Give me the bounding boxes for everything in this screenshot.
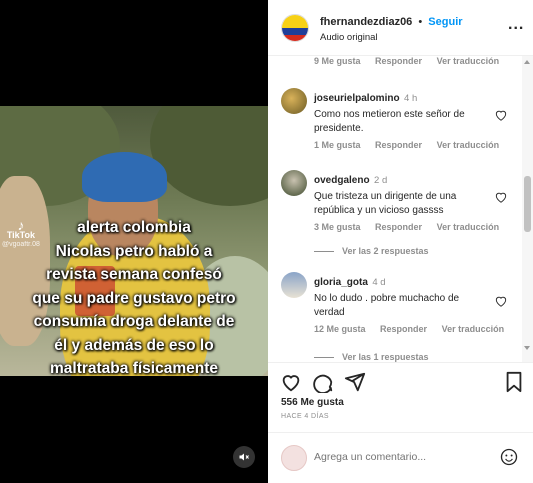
comment-header: joseurielpalomino 4 h — [314, 88, 504, 106]
reply-button[interactable]: Responder — [375, 56, 422, 66]
commenter-username[interactable]: gloria_gota — [314, 277, 368, 288]
commenter-username[interactable]: joseurielpalomino — [314, 93, 400, 104]
scroll-down-arrow-icon[interactable] — [524, 346, 530, 350]
comment-likes[interactable]: 1 Me gusta — [314, 140, 361, 150]
comment-likes[interactable]: 12 Me gusta — [314, 324, 366, 334]
comment-time: 4 h — [404, 93, 418, 104]
post-actions: 556 Me gusta HACE 4 DÍAS — [268, 362, 533, 432]
comment-text-line: presidente. — [314, 123, 364, 134]
comment-likes[interactable]: 9 Me gusta — [314, 56, 361, 66]
separator-dot: • — [418, 16, 423, 28]
comment-text-line: No lo dudo . pobre muchacho de — [314, 293, 460, 304]
comments-list[interactable]: 9 Me gusta Responder Ver traducción jose… — [268, 56, 533, 362]
translate-button[interactable]: Ver traducción — [442, 324, 505, 334]
scrollbar-thumb[interactable] — [524, 176, 531, 232]
comment-time: 4 d — [372, 277, 386, 288]
comments-scrollbar[interactable] — [522, 56, 533, 362]
caption-line: revista semana confesó — [46, 266, 222, 283]
scroll-up-arrow-icon[interactable] — [524, 60, 530, 64]
bookmark-icon[interactable] — [504, 371, 524, 393]
post-timestamp: HACE 4 DÍAS — [281, 413, 329, 420]
commenter-avatar[interactable] — [281, 88, 307, 114]
author-username[interactable]: fhernandezdiaz06 — [320, 16, 412, 28]
caption-line: que su padre gustavo petro — [32, 289, 236, 307]
volume-button[interactable] — [233, 446, 255, 468]
volume-muted-icon — [239, 453, 249, 461]
video-caption: alerta colombia Nicolas petro habló a re… — [0, 216, 268, 381]
like-heart-icon[interactable] — [494, 190, 508, 204]
comment-time: 2 d — [374, 175, 388, 186]
audio-link[interactable]: Audio original — [320, 32, 378, 43]
post-dialog: ♪ TikTok @vgoaftr.08 alerta colombia Nic… — [0, 0, 533, 483]
view-replies-label: Ver las 2 respuestas — [342, 246, 429, 256]
commenter-avatar[interactable] — [281, 170, 307, 196]
view-replies-button[interactable]: Ver las 1 respuestas — [314, 352, 429, 362]
more-options-button[interactable]: ... — [508, 16, 524, 34]
comment-item: gloria_gota 4 d No lo dudo . pobre mucha… — [268, 270, 533, 362]
commenter-avatar[interactable] — [281, 272, 307, 298]
caption-line: consumía droga delante de — [33, 313, 235, 330]
comment-item: ovedgaleno 2 d Que tristeza un dirigente… — [268, 166, 533, 266]
commenter-username[interactable]: ovedgaleno — [314, 175, 370, 186]
post-video[interactable]: ♪ TikTok @vgoaftr.08 alerta colombia Nic… — [0, 0, 268, 483]
author-avatar[interactable] — [281, 14, 309, 42]
comment-meta: 1 Me gusta Responder Ver traducción — [314, 140, 511, 150]
comment-text-line: Que tristeza un dirigente de una — [314, 191, 457, 202]
add-comment-bar — [268, 432, 533, 483]
comment-text-line: Como nos metieron este señor de — [314, 109, 465, 120]
translate-button[interactable]: Ver traducción — [437, 222, 500, 232]
like-heart-icon[interactable] — [494, 108, 508, 122]
comment-likes[interactable]: 3 Me gusta — [314, 222, 361, 232]
share-plane-icon[interactable] — [344, 371, 366, 393]
caption-line: él y además de eso lo — [54, 336, 214, 354]
comment-meta: 3 Me gusta Responder Ver traducción — [314, 222, 511, 232]
comment-meta: 12 Me gusta Responder Ver traducción — [314, 324, 516, 334]
reply-button[interactable]: Responder — [375, 222, 422, 232]
follow-button[interactable]: Seguir — [428, 16, 462, 28]
current-user-avatar — [281, 445, 307, 471]
reply-button[interactable]: Responder — [380, 324, 427, 334]
author-line: fhernandezdiaz06 • Seguir — [320, 16, 463, 28]
comment-header: ovedgaleno 2 d — [314, 170, 504, 188]
comment-bubble-icon[interactable] — [312, 371, 334, 393]
view-replies-label: Ver las 1 respuestas — [342, 352, 429, 362]
caption-line: alerta colombia — [77, 219, 191, 236]
comment-text-line: república y un vicioso gassss — [314, 205, 444, 216]
comment-header: gloria_gota 4 d — [314, 272, 504, 290]
post-sidebar: fhernandezdiaz06 • Seguir Audio original… — [268, 0, 533, 483]
caption-line: maltrataba físicamente — [50, 360, 218, 377]
view-replies-button[interactable]: Ver las 2 respuestas — [314, 246, 429, 256]
translate-button[interactable]: Ver traducción — [437, 56, 500, 66]
post-likes-count[interactable]: 556 Me gusta — [281, 397, 344, 408]
comment-item: joseurielpalomino 4 h Como nos metieron … — [268, 84, 533, 164]
like-heart-icon[interactable] — [280, 371, 302, 393]
post-header: fhernandezdiaz06 • Seguir Audio original… — [268, 0, 533, 56]
comment-text-line: verdad — [314, 307, 345, 318]
translate-button[interactable]: Ver traducción — [437, 140, 500, 150]
like-heart-icon[interactable] — [494, 294, 508, 308]
reply-button[interactable]: Responder — [375, 140, 422, 150]
emoji-icon[interactable] — [500, 448, 518, 466]
caption-line: Nicolas petro habló a — [55, 242, 213, 260]
comment-meta: 9 Me gusta Responder Ver traducción — [314, 56, 511, 66]
comment-input[interactable] — [314, 447, 484, 467]
